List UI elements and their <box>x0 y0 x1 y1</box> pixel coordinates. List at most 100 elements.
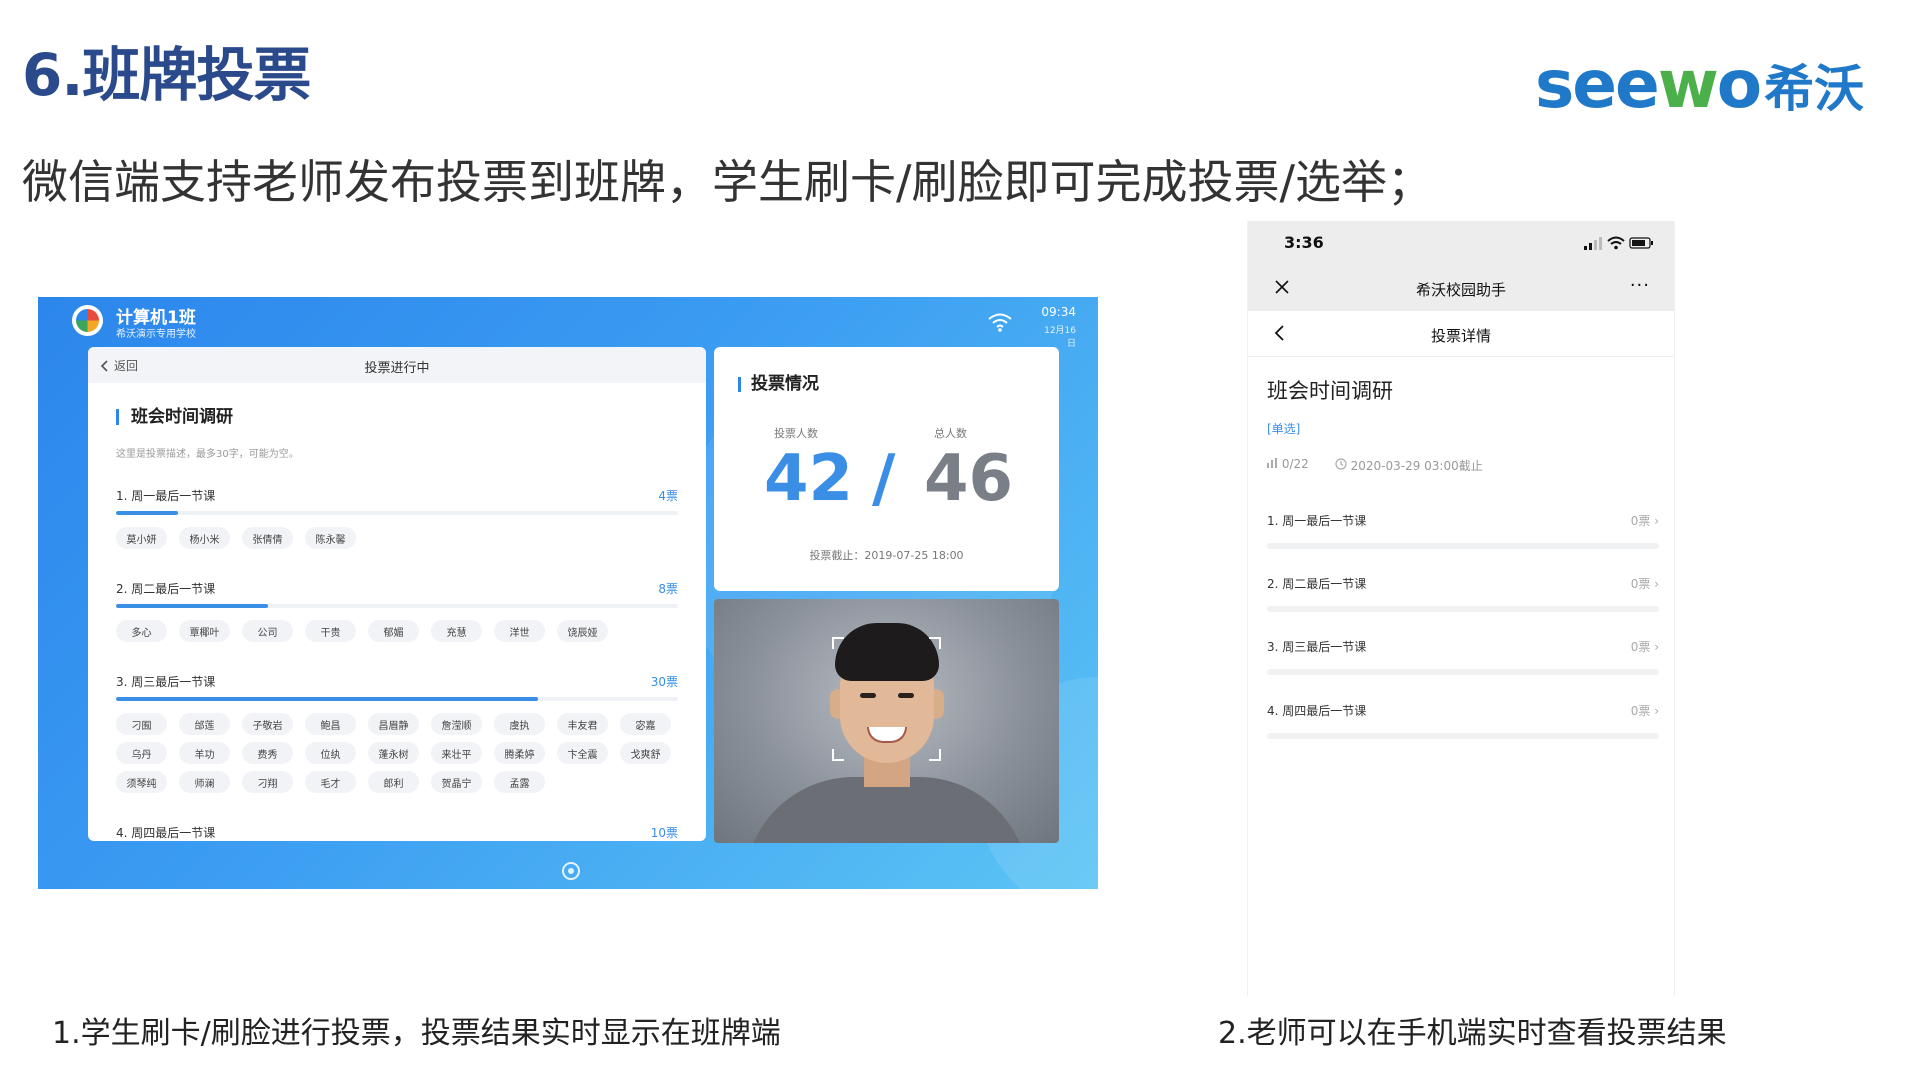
face-recognition-camera <box>714 599 1059 843</box>
voter-chip: 子敬岩 <box>242 713 293 735</box>
slide-subtitle: 微信端支持老师发布投票到班牌，学生刷卡/刷脸即可完成投票/选举； <box>22 155 1433 209</box>
card-header: 返回 投票进行中 <box>88 347 706 383</box>
seewo-logo: seewo 希沃 <box>1535 50 1890 120</box>
vote-detail-card: 返回 投票进行中 班会时间调研 这里是投票描述，最多30字，可能为空。 1. 周… <box>88 347 706 841</box>
voted-count: 42 <box>764 442 854 516</box>
face-scan-frame <box>832 637 844 649</box>
school-logo-icon <box>72 305 103 336</box>
voter-chip: 覃椰叶 <box>179 620 230 642</box>
voter-chip: 鲍昌 <box>305 713 356 735</box>
option-label: 2. 周二最后一节课 <box>116 582 216 596</box>
voter-chip: 邰莲 <box>179 713 230 735</box>
option-progress-bar <box>1267 733 1659 739</box>
option-label: 2. 周二最后一节课 <box>1267 577 1367 591</box>
voter-chip: 卞全震 <box>557 742 608 764</box>
app-title: 希沃校园助手 <box>1415 281 1506 299</box>
voter-chip: 戈爽舒 <box>620 742 671 764</box>
page-title: 投票详情 <box>1430 327 1491 345</box>
poll-deadline-text: 2020-03-29 03:00截止 <box>1350 459 1483 473</box>
voter-chip: 郁媚 <box>368 620 419 642</box>
vote-progress: 0/22 <box>1267 457 1309 474</box>
voter-chip: 费秀 <box>242 742 293 764</box>
option-count: 4票 <box>658 489 678 503</box>
option-label: 3. 周三最后一节课 <box>1267 640 1367 654</box>
wechat-phone-screen: 3:36 希沃校园助手 ··· 投票详情 班会时间调研 [单选] 0/22 20… <box>1247 221 1675 996</box>
voter-chip: 师澜 <box>179 771 230 793</box>
voter-chip: 蓬永树 <box>368 742 419 764</box>
poll-deadline: 2020-03-29 03:00截止 <box>1335 457 1483 474</box>
caption-right: 2.老师可以在手机端实时查看投票结果 <box>1218 1016 1727 1051</box>
face-scan-frame <box>929 637 941 649</box>
voter-chip: 洋世 <box>494 620 545 642</box>
total-count: 46 <box>924 442 1014 516</box>
voter-chip: 宓嘉 <box>620 713 671 735</box>
face-scan-frame <box>929 749 941 761</box>
option-count: 8票 <box>658 582 678 596</box>
total-label: 总人数 <box>934 427 967 440</box>
voter-chip: 杨小米 <box>179 527 230 549</box>
status-bar: 3:36 <box>1248 221 1674 265</box>
home-button-icon[interactable] <box>562 862 580 880</box>
slide-title: 6.班牌投票 <box>22 41 311 109</box>
phone-vote-option[interactable]: 3. 周三最后一节课 0票 › <box>1267 638 1659 675</box>
option-label: 4. 周四最后一节课 <box>116 826 216 840</box>
poll-meta: 0/22 2020-03-29 03:00截止 <box>1267 457 1483 474</box>
voter-chip: 刁囿 <box>116 713 167 735</box>
voter-chip: 羊功 <box>179 742 230 764</box>
voter-list: 多心 覃椰叶 公司 干贵 郁媚 充慧 洋世 饶辰娅 <box>116 620 678 642</box>
option-count: 0票 › <box>1630 514 1659 528</box>
voter-chip: 来壮平 <box>431 742 482 764</box>
option-progress-fill <box>116 511 178 515</box>
voter-chip: 位纨 <box>305 742 356 764</box>
battery-icon <box>1629 237 1653 249</box>
logo-wordmark: seewo <box>1535 46 1762 123</box>
voter-chip: 詹滢顺 <box>431 713 482 735</box>
bar-chart-icon <box>1267 458 1277 468</box>
class-board-screen: 计算机1班 希沃演示专用学校 09:34 12月16日 返回 投票进行中 班会时… <box>38 297 1098 889</box>
voter-list: 刁囿 邰莲 子敬岩 鲍昌 昌眉静 詹滢顺 虞执 丰友君 宓嘉 乌丹 羊功 费秀 位纨 蓬永树 来壮平 腾柔婷卞… <box>116 713 678 793</box>
voter-chip: 腾柔婷 <box>494 742 545 764</box>
option-count: 0票 › <box>1630 640 1659 654</box>
voter-chip: 张倩倩 <box>242 527 293 549</box>
vote-stats-card: 投票情况 投票人数 总人数 42 / 46 投票截止：2019-07-25 18… <box>714 347 1059 591</box>
voter-chip: 多心 <box>116 620 167 642</box>
vote-option: 1. 周一最后一节课 4票 莫小妍 杨小米 张倩倩 陈永馨 <box>116 487 678 549</box>
wifi-icon <box>1607 236 1625 250</box>
stats-title: 投票情况 <box>738 376 819 393</box>
wifi-icon <box>988 313 1012 332</box>
voter-chip: 刁翔 <box>242 771 293 793</box>
voter-chip: 干贵 <box>305 620 356 642</box>
status-icons <box>1584 236 1653 250</box>
status-time: 3:36 <box>1284 233 1324 252</box>
voter-chip: 陈永馨 <box>305 527 356 549</box>
option-progress-fill <box>116 697 538 701</box>
option-count: 0票 › <box>1630 577 1659 591</box>
option-label: 1. 周一最后一节课 <box>116 489 216 503</box>
clock-icon <box>1335 458 1347 470</box>
chevron-right-icon: › <box>1654 514 1659 528</box>
face-scan-frame <box>832 749 844 761</box>
count-separator: / <box>872 442 896 516</box>
phone-vote-option[interactable]: 1. 周一最后一节课 0票 › <box>1267 512 1659 549</box>
page-nav-bar: 投票详情 <box>1248 311 1674 357</box>
signal-icon <box>1584 237 1602 250</box>
phone-vote-option[interactable]: 4. 周四最后一节课 0票 › <box>1267 702 1659 739</box>
option-progress-bar <box>116 604 678 608</box>
voter-chip: 须琴纯 <box>116 771 167 793</box>
poll-description: 这里是投票描述，最多30字，可能为空。 <box>116 449 299 460</box>
voter-chip: 饶辰娅 <box>557 620 608 642</box>
voter-chip: 丰友君 <box>557 713 608 735</box>
option-progress-bar <box>1267 606 1659 612</box>
vote-option: 2. 周二最后一节课 8票 多心 覃椰叶 公司 干贵 郁媚 充慧 洋世 饶辰娅 <box>116 580 678 642</box>
voter-chip: 公司 <box>242 620 293 642</box>
vote-progress-text: 0/22 <box>1281 457 1309 471</box>
voter-chip: 贺晶宁 <box>431 771 482 793</box>
option-progress-bar <box>1267 543 1659 549</box>
voter-chip: 孟露 <box>494 771 545 793</box>
voter-list: 莫小妍 杨小米 张倩倩 陈永馨 <box>116 527 678 549</box>
option-count: 10票 <box>650 826 678 840</box>
phone-vote-option[interactable]: 2. 周二最后一节课 0票 › <box>1267 575 1659 612</box>
clock-time: 09:34 <box>1041 305 1076 319</box>
more-icon[interactable]: ··· <box>1630 275 1650 296</box>
card-header-title: 投票进行中 <box>364 361 430 376</box>
